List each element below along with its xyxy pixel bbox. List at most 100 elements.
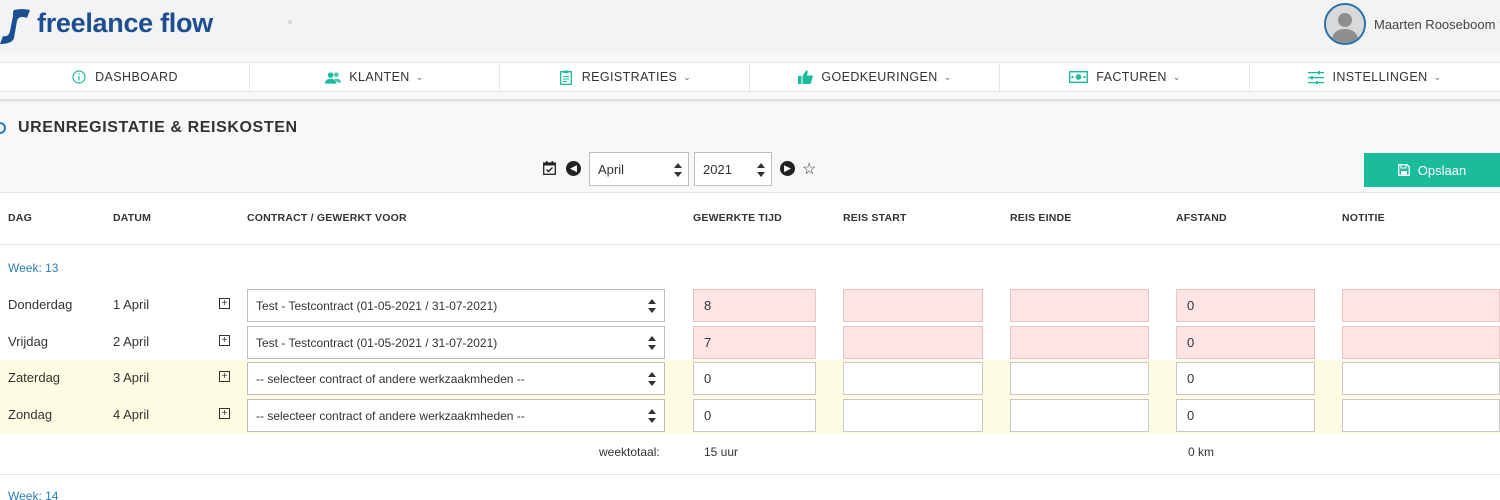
reis-einde-input[interactable] [1010,326,1149,359]
nav-label: GOEDKEURINGEN [821,70,938,84]
day-cell: Zondag [8,407,53,422]
week-total-label: weektotaal: [599,445,660,459]
week-total-km: 0 km [1188,445,1215,459]
contract-value: Test - Testcontract (01-05-2021 / 31-07-… [256,298,498,313]
reis-start-input[interactable] [843,399,983,432]
table-header-border [0,244,1500,245]
column-header-dag: DAG [8,212,32,224]
notitie-input[interactable] [1342,289,1500,322]
info-icon [71,70,87,84]
hours-input[interactable]: 0 [693,362,816,395]
sliders-icon [1308,70,1325,84]
notitie-input[interactable] [1342,399,1500,432]
calendar-check-icon[interactable] [543,161,556,175]
date-cell: 1 April [113,297,150,312]
user-silhouette-icon [1326,5,1364,43]
month-value: April [598,161,625,177]
contract-select[interactable]: -- selecteer contract of andere werkzaak… [247,399,665,432]
select-arrows-icon [648,409,656,423]
nav-instellingen[interactable]: INSTELLINGEN ⌄ [1250,63,1500,91]
day-cell: Zaterdag [8,370,61,385]
chevron-down-icon: ⌄ [943,71,952,82]
save-button[interactable]: Opslaan [1364,153,1500,187]
save-label: Opslaan [1417,162,1467,178]
add-row-icon[interactable]: + [219,298,230,309]
decorative-dot [288,20,292,24]
day-cell: Donderdag [8,297,73,312]
select-arrows-icon [757,163,765,177]
column-header-contract: CONTRACT / GEWERKT VOOR [247,212,407,224]
main-nav: DASHBOARD KLANTEN ⌄ REGISTRATIES ⌄ GOEDK… [0,62,1500,92]
floppy-disk-icon [1397,164,1410,176]
column-header-datum: DATUM [113,212,152,224]
afstand-input[interactable]: 0 [1176,289,1315,322]
nav-dashboard[interactable]: DASHBOARD [0,63,250,91]
hours-input[interactable]: 7 [693,326,816,359]
previous-month-icon[interactable]: ◀ [566,161,581,176]
select-arrows-icon [648,299,656,313]
clipboard-icon [558,70,574,85]
week-divider [0,474,1500,475]
table-row: Donderdag 1 April + Test - Testcontract … [0,287,1500,324]
chevron-down-icon: ⌄ [1433,71,1442,82]
next-month-icon[interactable]: ▶ [780,161,795,176]
add-row-icon[interactable]: + [219,335,230,346]
reis-einde-input[interactable] [1010,399,1149,432]
afstand-input[interactable]: 0 [1176,326,1315,359]
table-row: Zondag 4 April + -- selecteer contract o… [0,397,1500,434]
reis-start-input[interactable] [843,326,983,359]
top-bar: freelance flow Maarten Rooseboom ▾ [0,0,1500,53]
chevron-down-icon: ⌄ [1172,71,1181,82]
select-arrows-icon [648,372,656,386]
nav-facturen[interactable]: FACTUREN ⌄ [1000,63,1250,91]
month-select[interactable]: April [589,152,689,186]
chevron-down-icon: ⌄ [683,71,692,82]
column-header-afstand: AFSTAND [1176,212,1227,224]
column-header-reis-einde: REIS EINDE [1010,212,1072,224]
year-select[interactable]: 2021 [694,152,772,186]
contract-value: Test - Testcontract (01-05-2021 / 31-07-… [256,335,498,350]
reis-start-input[interactable] [843,289,983,322]
table-row: Vrijdag 2 April + Test - Testcontract (0… [0,324,1500,361]
contract-select[interactable]: Test - Testcontract (01-05-2021 / 31-07-… [247,289,665,322]
table-top-border [0,192,1500,193]
reis-start-input[interactable] [843,362,983,395]
afstand-input[interactable]: 0 [1176,399,1315,432]
chevron-down-icon: ⌄ [415,71,424,82]
reis-einde-input[interactable] [1010,289,1149,322]
reis-einde-input[interactable] [1010,362,1149,395]
nav-registraties[interactable]: REGISTRATIES ⌄ [500,63,750,91]
page-title: URENREGISTATIE & REISKOSTEN [18,119,298,136]
date-cell: 4 April [113,407,150,422]
money-icon [1068,70,1088,84]
nav-label: KLANTEN [349,70,410,84]
table-row: Zaterdag 3 April + -- selecteer contract… [0,360,1500,397]
notitie-input[interactable] [1342,326,1500,359]
contract-select[interactable]: -- selecteer contract of andere werkzaak… [247,362,665,395]
year-value: 2021 [703,161,732,177]
day-cell: Vrijdag [8,334,48,349]
add-row-icon[interactable]: + [219,408,230,419]
star-icon[interactable]: ☆ [802,159,816,179]
contract-value: -- selecteer contract of andere werkzaak… [256,408,525,423]
afstand-input[interactable]: 0 [1176,362,1315,395]
week-total-hours: 15 uur [704,445,739,459]
avatar[interactable] [1324,3,1366,45]
column-header-reis-start: REIS START [843,212,907,224]
add-row-icon[interactable]: + [219,371,230,382]
user-name: Maarten Rooseboom [1374,16,1496,32]
logo-icon [0,9,30,44]
column-header-notitie: NOTITIE [1342,212,1385,224]
nav-goedkeuringen[interactable]: GOEDKEURINGEN ⌄ [750,63,1000,91]
nav-klanten[interactable]: KLANTEN ⌄ [250,63,500,91]
user-menu[interactable]: Maarten Rooseboom ▾ [1324,3,1500,45]
hours-input[interactable]: 0 [693,399,816,432]
hours-input[interactable]: 8 [693,289,816,322]
users-icon [325,70,342,84]
week-label: Week: 13 [8,261,59,275]
notitie-input[interactable] [1342,362,1500,395]
date-cell: 2 April [113,334,150,349]
contract-select[interactable]: Test - Testcontract (01-05-2021 / 31-07-… [247,326,665,359]
brand-name[interactable]: freelance flow [37,8,213,39]
nav-label: REGISTRATIES [581,70,678,84]
